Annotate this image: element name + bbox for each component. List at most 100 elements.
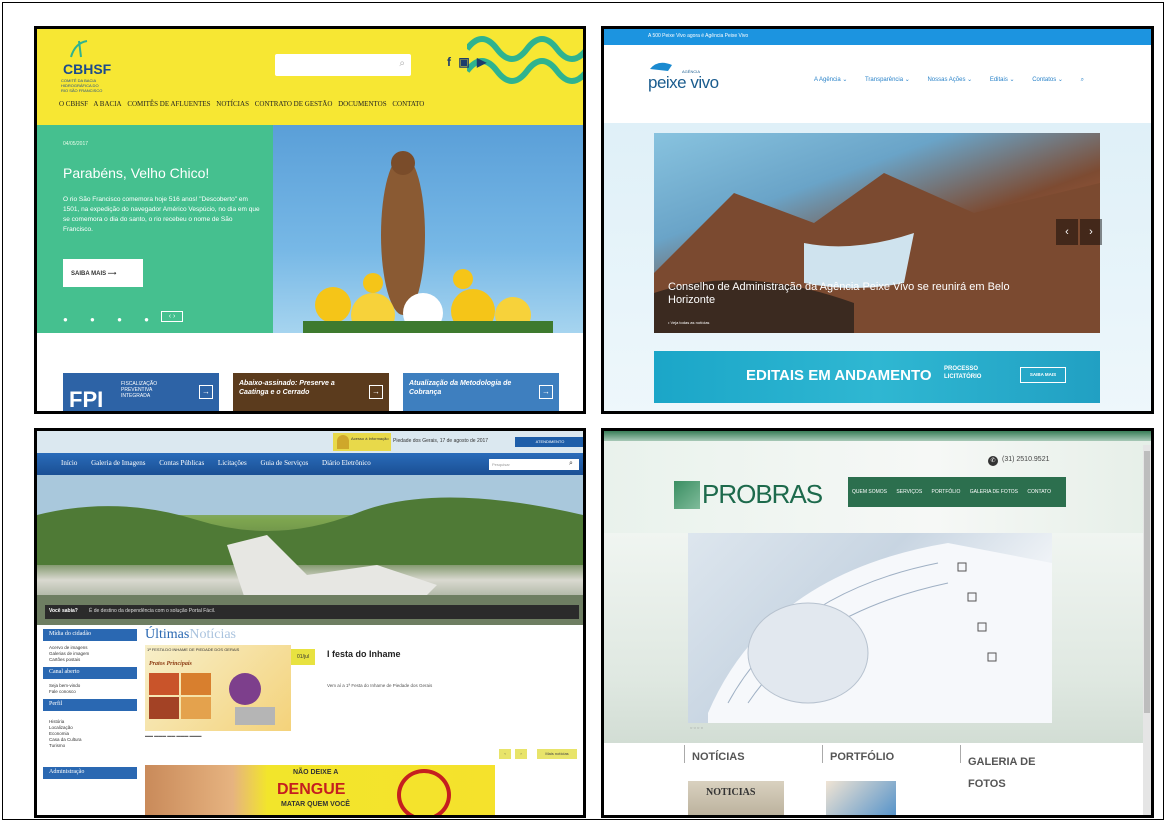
- card-metodologia[interactable]: Atualização da Metodologia de Cobrança →: [403, 373, 559, 411]
- atendimento-button[interactable]: ATENDIMENTO: [515, 437, 583, 447]
- main-nav: Início Galeria de Imagens Contas Pública…: [61, 459, 383, 467]
- editais-banner[interactable]: EDITAIS EM ANDAMENTO PROCESSO LICITATÓRI…: [654, 351, 1100, 403]
- section-noticias[interactable]: NOTÍCIAS: [692, 751, 745, 763]
- fish-logo-icon: [650, 62, 672, 71]
- top-bar-text[interactable]: A 500 Peixe Vivo agora é Agência Peixe V…: [648, 33, 748, 39]
- search-input[interactable]: Pesquisar: [489, 459, 579, 470]
- peixevivo-logo[interactable]: peixe vivo: [648, 73, 719, 93]
- section-galeria[interactable]: GALERIA DE FOTOS: [968, 751, 1058, 795]
- portfolio-thumbnail[interactable]: [826, 781, 896, 815]
- nav-item-contato[interactable]: CONTATO: [392, 100, 424, 108]
- piedade-screenshot: Acesso à Informação Piedade dos Gerais, …: [34, 428, 586, 818]
- divider: [684, 745, 685, 763]
- food-photos: [149, 673, 275, 725]
- slide-text: O rio São Francisco comemora hoje 516 an…: [63, 196, 260, 233]
- nav-item-contas[interactable]: Contas Públicas: [159, 459, 204, 467]
- arrow-icon: →: [369, 385, 383, 399]
- news-headline[interactable]: I festa do Inhame: [327, 649, 401, 659]
- saint-statue-image: [303, 151, 553, 337]
- news-title-a: Últimas: [145, 627, 190, 642]
- banner-title: EDITAIS EM ANDAMENTO: [746, 367, 932, 384]
- nav-item-portfolio[interactable]: PORTFÓLIO: [932, 489, 961, 495]
- arrow-icon: →: [539, 385, 553, 399]
- nav-item-agencia[interactable]: A Agência ⌄: [814, 77, 847, 83]
- nav-item-diario[interactable]: Diário Eletrônico: [322, 459, 371, 467]
- news-date-badge[interactable]: 01/jul: [291, 649, 315, 665]
- cbhsf-header: [37, 29, 583, 125]
- nav-item-documentos[interactable]: DOCUMENTOS: [338, 100, 387, 108]
- poster-title: 1ª FESTA DO INHAME DE PIEDADE DOS GERAIS: [147, 647, 240, 652]
- section-portfolio[interactable]: PORTFÓLIO: [830, 751, 894, 763]
- news-title-b: Notícias: [189, 627, 236, 642]
- nav-item-servicos[interactable]: SERVIÇOS: [896, 489, 922, 495]
- nav-item-cbhsf[interactable]: O CBHSF: [59, 100, 88, 108]
- saiba-mais-button[interactable]: SAIBA MAIS ⟶: [63, 259, 143, 287]
- more-news-button[interactable]: Mais notícias: [537, 749, 577, 759]
- sidebar-item[interactable]: Turismo: [49, 743, 65, 749]
- nav-item-noticias[interactable]: NOTÍCIAS: [216, 100, 249, 108]
- arrow-icon: →: [199, 385, 213, 399]
- festa-inhame-poster[interactable]: [145, 645, 291, 731]
- sidebar-item[interactable]: Cartões postais: [49, 657, 80, 663]
- slide-caption[interactable]: Conselho de Administração da Agência Pei…: [668, 281, 1028, 307]
- date-text: Piedade dos Gerais, 17 de agosto de 2017: [393, 438, 489, 444]
- ad-line-1: NÃO DEIXE A: [293, 769, 339, 776]
- cbhsf-logo-subtitle: COMITÊ DA BACIA HIDROGRÁFICA DO RIO SÃO …: [61, 78, 103, 93]
- slide-prev-button[interactable]: ‹: [1056, 219, 1078, 245]
- nav-item-galeria[interactable]: GALERIA DE FOTOS: [970, 489, 1018, 495]
- card-abaixo-assinado[interactable]: Abaixo-assinado: Preserve a Caatinga e o…: [233, 373, 389, 411]
- search-icon[interactable]: ⌕: [399, 58, 405, 69]
- pagination-prev[interactable]: ‹: [499, 749, 511, 759]
- nav-item-galeria[interactable]: Galeria de Imagens: [91, 459, 145, 467]
- nav-item-contato[interactable]: CONTATO: [1027, 489, 1051, 495]
- sidebar-heading-perfil[interactable]: Perfil: [43, 699, 137, 711]
- main-nav: A Agência ⌄ Transparência ⌄ Nossas Ações…: [814, 76, 1100, 84]
- slide-link[interactable]: • Veja todas as notícias: [668, 320, 709, 325]
- nav-item-quem-somos[interactable]: QUEM SOMOS: [852, 489, 887, 495]
- slide-arrows[interactable]: ‹ ›: [161, 311, 183, 322]
- sponsor-logos: ▬▬ ▬▬▬ ▬▬ ▬▬▬ ▬▬▬: [145, 733, 202, 738]
- noticias-thumbnail[interactable]: NOTICIAS: [688, 781, 784, 815]
- search-icon[interactable]: ⌕: [569, 460, 573, 468]
- cbhsf-logo[interactable]: CBHSF: [63, 61, 111, 77]
- phone-icon: ✆: [988, 456, 998, 466]
- slide-dots[interactable]: ○ ○ ○ ○: [690, 725, 703, 730]
- nav-item-nossas-acoes[interactable]: Nossas Ações ⌄: [927, 77, 972, 83]
- info-bar-text[interactable]: É de destino da dependência com o soluçã…: [89, 608, 215, 614]
- noticias-thumb-text: NOTICIAS: [706, 787, 756, 798]
- nav-item-guia[interactable]: Guia de Serviços: [260, 459, 308, 467]
- nav-item-licitacoes[interactable]: Licitações: [218, 459, 247, 467]
- pagination-next[interactable]: ›: [515, 749, 527, 759]
- arrow-right-icon: ⟶: [107, 271, 117, 277]
- nav-item-inicio[interactable]: Início: [61, 459, 77, 467]
- nav-item-bacia[interactable]: A BACIA: [93, 100, 121, 108]
- sidebar-heading-administracao[interactable]: Administração: [43, 767, 137, 779]
- nav-item-transparencia[interactable]: Transparência ⌄: [865, 77, 910, 83]
- probras-logo[interactable]: PROBRAS: [702, 479, 823, 510]
- sidebar-heading-midia[interactable]: Mídia do cidadão: [43, 629, 137, 641]
- slide-next-button[interactable]: ›: [1080, 219, 1102, 245]
- nav-item-editais[interactable]: Editais ⌄: [990, 77, 1015, 83]
- blueprint-slide[interactable]: [688, 533, 1052, 723]
- phone-number[interactable]: (31) 2510.9521: [1002, 456, 1049, 463]
- slide-title: Parabéns, Velho Chico!: [63, 165, 210, 181]
- search-icon[interactable]: ⌕: [1081, 77, 1084, 83]
- nav-item-contatos[interactable]: Contatos ⌄: [1032, 77, 1063, 83]
- scrollbar-thumb[interactable]: [1144, 451, 1150, 713]
- search-input[interactable]: ⌕: [275, 54, 411, 76]
- slide-date: 04/05/2017: [63, 141, 89, 147]
- ad-line-2: DENGUE: [277, 781, 346, 798]
- main-nav: QUEM SOMOS SERVIÇOS PORTFÓLIO GALERIA DE…: [852, 489, 1059, 495]
- sidebar-heading-canal[interactable]: Canal aberto: [43, 667, 137, 679]
- info-bar-question: Você sabia?: [49, 608, 78, 614]
- nav-item-contrato[interactable]: CONTRATO DE GESTÃO: [255, 100, 333, 108]
- slide-image: [273, 125, 583, 337]
- sidebar-item[interactable]: Fale conosco: [49, 689, 76, 695]
- nav-item-comites[interactable]: COMITÊS DE AFLUENTES: [127, 100, 210, 108]
- slide-dots[interactable]: ● ● ● ●: [63, 315, 159, 324]
- card-abaixo-assinado-text: Abaixo-assinado: Preserve a Caatinga e o…: [239, 380, 335, 396]
- peixevivo-screenshot: A 500 Peixe Vivo agora é Agência Peixe V…: [601, 26, 1154, 414]
- social-icons[interactable]: f ▣ ▶: [447, 55, 488, 69]
- card-fpi[interactable]: FPI FISCALIZAÇÃO PREVENTIVA INTEGRADA →: [63, 373, 219, 411]
- banner-saiba-mais-button[interactable]: SAIBA MAIS: [1020, 367, 1066, 383]
